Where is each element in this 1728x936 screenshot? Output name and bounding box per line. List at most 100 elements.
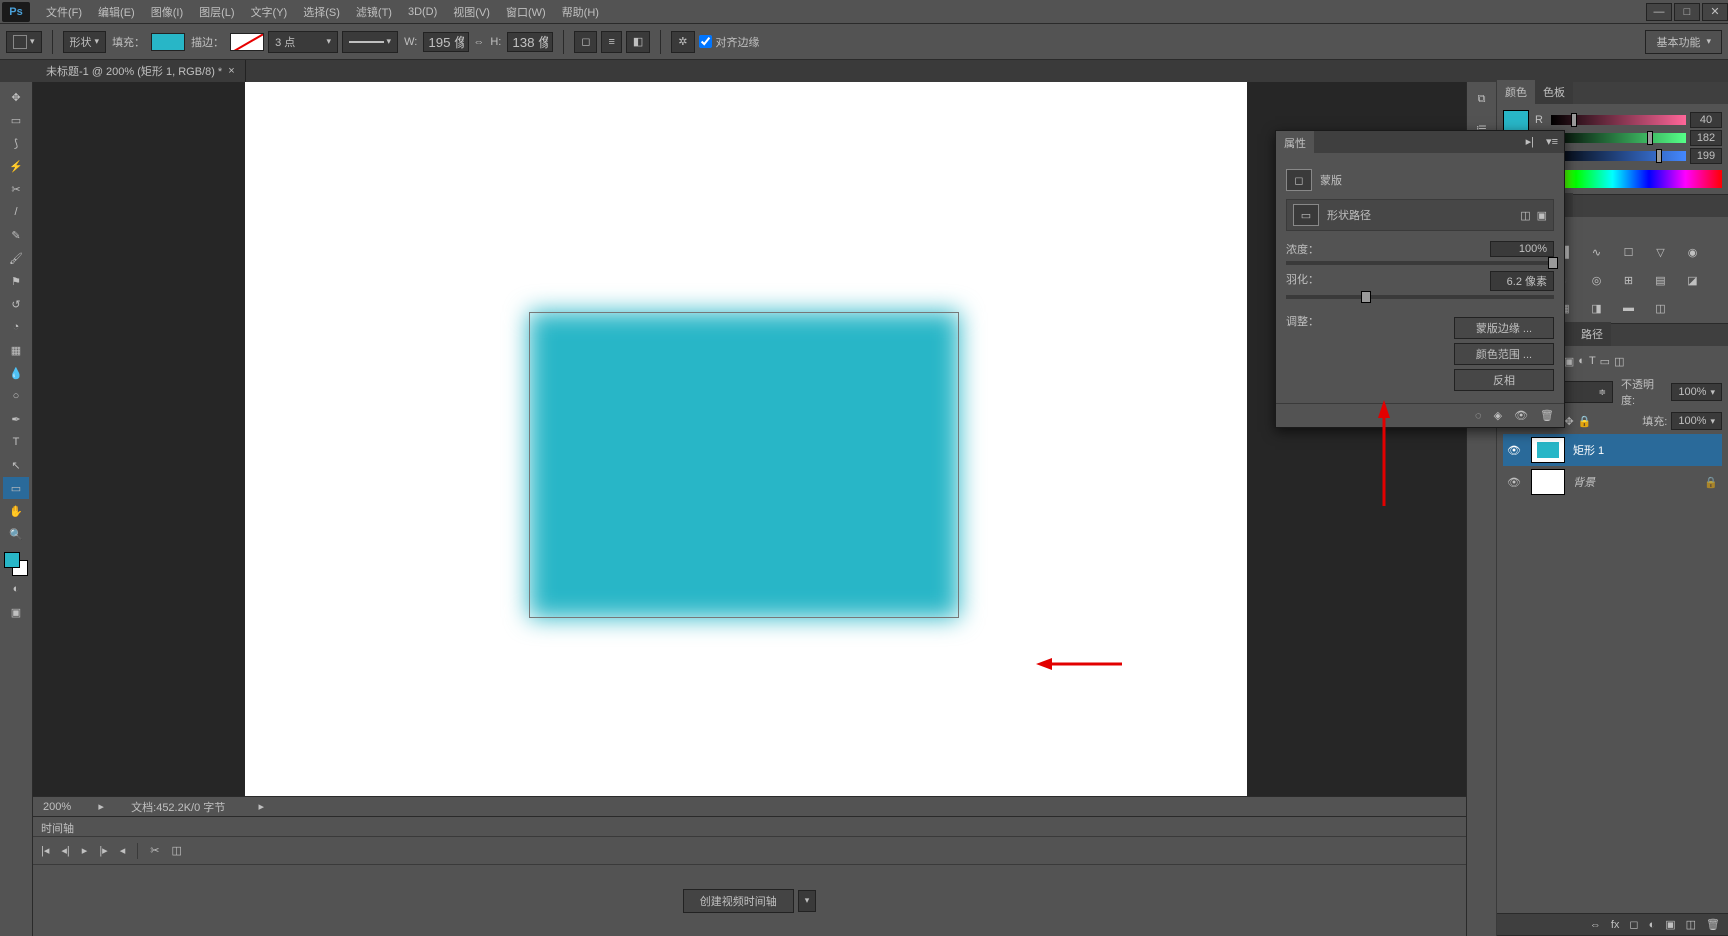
- menu-image[interactable]: 图像(I): [143, 0, 191, 24]
- hue-icon[interactable]: ◉: [1682, 243, 1704, 261]
- layer-name[interactable]: 矩形 1: [1573, 442, 1604, 458]
- hand-tool[interactable]: ✋: [3, 500, 29, 522]
- menu-select[interactable]: 选择(S): [295, 0, 348, 24]
- stroke-swatch[interactable]: [230, 33, 264, 51]
- density-slider[interactable]: [1286, 261, 1554, 265]
- blur-tool[interactable]: 💧: [3, 362, 29, 384]
- layer-mask-icon[interactable]: ◻: [1629, 918, 1638, 931]
- menu-file[interactable]: 文件(F): [38, 0, 90, 24]
- document-tab-close[interactable]: ×: [228, 65, 234, 77]
- document-tab[interactable]: 未标题-1 @ 200% (矩形 1, RGB/8) * ×: [36, 60, 246, 82]
- properties-panel[interactable]: 属性 ▸| ▾≡ ◻ 蒙版 ▭ 形状路径 ◫ ▣ 浓度： 100%: [1275, 130, 1565, 428]
- filter-adjust-icon[interactable]: ◐: [1578, 355, 1585, 367]
- layer-fx-icon[interactable]: fx: [1611, 919, 1620, 931]
- menu-help[interactable]: 帮助(H): [554, 0, 607, 24]
- apply-mask-icon[interactable]: ◈: [1494, 409, 1502, 422]
- path-arrange-button[interactable]: ◧: [626, 31, 650, 53]
- filter-shape-icon[interactable]: ▭: [1600, 355, 1610, 368]
- stroke-width-dropdown[interactable]: 3 点▾: [268, 31, 338, 53]
- photofilter-icon[interactable]: ◎: [1586, 271, 1608, 289]
- timeline-first-frame[interactable]: |◂: [41, 844, 49, 857]
- lasso-tool[interactable]: ⟆: [3, 132, 29, 154]
- lock-position-icon[interactable]: ✥: [1564, 415, 1573, 428]
- history-brush-tool[interactable]: ↺: [3, 293, 29, 315]
- quick-mask-toggle[interactable]: ◐: [3, 578, 29, 600]
- mask-edge-button[interactable]: 蒙版边缘 ...: [1454, 317, 1554, 339]
- b-slider[interactable]: [1551, 151, 1686, 161]
- fill-opacity-input[interactable]: 100%▾: [1671, 412, 1722, 430]
- create-video-timeline-button[interactable]: 创建视频时间轴: [683, 889, 794, 913]
- type-tool[interactable]: T: [3, 431, 29, 453]
- menu-filter[interactable]: 滤镜(T): [348, 0, 400, 24]
- color-picker[interactable]: [2, 550, 30, 578]
- color-range-button[interactable]: 颜色范围 ...: [1454, 343, 1554, 365]
- panel-menu-icon[interactable]: ▾≡: [1540, 131, 1564, 153]
- menu-edit[interactable]: 编辑(E): [90, 0, 143, 24]
- channelmixer-icon[interactable]: ⊞: [1618, 271, 1640, 289]
- link-layers-icon[interactable]: ⇔: [1590, 919, 1601, 931]
- path-select-tool[interactable]: ↖: [3, 454, 29, 476]
- curves-icon[interactable]: ∿: [1586, 243, 1608, 261]
- visibility-icon[interactable]: 👁: [1507, 444, 1523, 457]
- align-edges-input[interactable]: [699, 35, 712, 48]
- properties-tab[interactable]: 属性: [1276, 131, 1314, 153]
- workspace-dropdown[interactable]: 基本功能▾: [1645, 30, 1722, 54]
- tool-preset-button[interactable]: ▾: [6, 31, 42, 53]
- timeline-last-frame[interactable]: ◂: [120, 844, 126, 857]
- visibility-icon[interactable]: 👁: [1507, 476, 1523, 489]
- vector-mask-icon[interactable]: ▭: [1293, 204, 1319, 226]
- mask-mode-icon[interactable]: ◻: [1286, 169, 1312, 191]
- gradientmap-icon[interactable]: ▬: [1618, 299, 1640, 317]
- new-layer-icon[interactable]: ◫: [1686, 918, 1696, 931]
- g-slider[interactable]: [1551, 133, 1686, 143]
- crop-tool[interactable]: ✂: [3, 178, 29, 200]
- filter-smart-icon[interactable]: ◫: [1614, 355, 1624, 368]
- opacity-input[interactable]: 100%▾: [1671, 383, 1722, 401]
- new-fill-adjust-icon[interactable]: ◐: [1649, 919, 1656, 931]
- canvas-viewport[interactable]: [33, 82, 1466, 796]
- brush-tool[interactable]: 🖌: [3, 247, 29, 269]
- height-input[interactable]: [507, 32, 553, 52]
- doc-info-arrow[interactable]: ▸: [255, 800, 267, 813]
- healing-brush-tool[interactable]: ✎: [3, 224, 29, 246]
- paths-tab[interactable]: 路径: [1573, 322, 1611, 346]
- timeline-type-dropdown[interactable]: ▾: [798, 890, 817, 912]
- window-close-button[interactable]: ✕: [1702, 3, 1728, 21]
- panel-collapse-icon[interactable]: ▸|: [1520, 131, 1540, 153]
- eraser-tool[interactable]: ◔: [3, 316, 29, 338]
- timeline-cut-icon[interactable]: ✂: [150, 844, 159, 857]
- threshold-icon[interactable]: ◨: [1586, 299, 1608, 317]
- layer-row-background[interactable]: 👁 背景 🔒: [1503, 466, 1722, 498]
- lock-all-icon[interactable]: 🔒: [1578, 415, 1592, 428]
- color-tab[interactable]: 颜色: [1497, 80, 1535, 104]
- load-selection-icon[interactable]: ◌: [1475, 410, 1482, 422]
- colorlookup-icon[interactable]: ▤: [1650, 271, 1672, 289]
- shape-selection-outline[interactable]: [529, 312, 959, 618]
- feather-value[interactable]: 6.2 像素: [1490, 271, 1554, 291]
- delete-layer-icon[interactable]: 🗑: [1706, 918, 1720, 931]
- align-edges-checkbox[interactable]: 对齐边缘: [699, 34, 760, 50]
- exposure-icon[interactable]: ☐: [1618, 243, 1640, 261]
- shape-mode-dropdown[interactable]: 形状 ▾: [63, 31, 107, 53]
- r-slider[interactable]: [1551, 115, 1686, 125]
- gradient-tool[interactable]: ▦: [3, 339, 29, 361]
- menu-3d[interactable]: 3D(D): [400, 2, 445, 22]
- status-arrow-icon[interactable]: ▸: [95, 800, 107, 813]
- fill-swatch[interactable]: [151, 33, 185, 51]
- r-value[interactable]: 40: [1690, 112, 1722, 128]
- delete-mask-icon[interactable]: 🗑: [1540, 409, 1554, 422]
- timeline-transition-icon[interactable]: ◫: [171, 844, 181, 857]
- timeline-next-frame[interactable]: |▸: [99, 844, 107, 857]
- selective-icon[interactable]: ◫: [1650, 299, 1672, 317]
- filter-pixel-icon[interactable]: ▣: [1564, 355, 1574, 368]
- magic-wand-tool[interactable]: ⚡: [3, 155, 29, 177]
- window-minimize-button[interactable]: —: [1646, 3, 1672, 21]
- g-value[interactable]: 182: [1690, 130, 1722, 146]
- menu-layer[interactable]: 图层(L): [191, 0, 242, 24]
- screen-mode-toggle[interactable]: ▣: [3, 601, 29, 623]
- dodge-tool[interactable]: ○: [3, 385, 29, 407]
- shape-options-button[interactable]: ✲: [671, 31, 694, 53]
- swatches-tab[interactable]: 色板: [1535, 80, 1573, 104]
- menu-type[interactable]: 文字(Y): [243, 0, 296, 24]
- layer-row-shape1[interactable]: 👁 矩形 1: [1503, 434, 1722, 466]
